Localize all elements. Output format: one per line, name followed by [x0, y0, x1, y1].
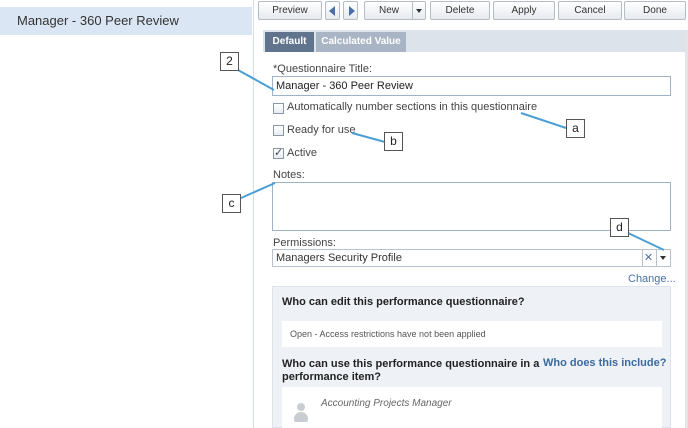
permissions-select[interactable]: Managers Security Profile ✕: [272, 249, 671, 267]
profile-list: Accounting Projects Manager: [282, 387, 662, 428]
toolbar: Preview New Delete Apply Cancel Done: [256, 0, 688, 21]
auto-number-label: Automatically number sections in this qu…: [287, 101, 538, 113]
next-button[interactable]: [343, 1, 358, 20]
chevron-down-icon[interactable]: [412, 2, 425, 19]
ready-for-use-checkbox[interactable]: [273, 125, 284, 136]
permissions-value: Managers Security Profile: [276, 252, 402, 264]
new-button[interactable]: New: [364, 1, 426, 20]
previous-button[interactable]: [325, 1, 340, 20]
callout-b: b: [384, 132, 403, 151]
cancel-button[interactable]: Cancel: [558, 1, 622, 20]
active-checkbox[interactable]: [273, 146, 284, 159]
questionnaire-list-panel: Manager - 360 Peer Review: [0, 0, 254, 428]
screen: Manager - 360 Peer Review Preview New De…: [0, 0, 688, 428]
questionnaire-title-input[interactable]: Manager - 360 Peer Review: [272, 76, 671, 96]
ready-for-use-label: Ready for use: [287, 124, 356, 136]
person-icon: [293, 403, 309, 423]
new-button-label: New: [378, 5, 399, 16]
callout-a: a: [566, 119, 585, 138]
callout-c: c: [222, 194, 241, 213]
edit-permission-status: Open - Access restrictions have not been…: [290, 329, 486, 339]
permissions-info-panel: Who can edit this performance questionna…: [272, 286, 671, 428]
clear-icon[interactable]: ✕: [642, 250, 654, 266]
profile-name: Accounting Projects Manager: [321, 398, 452, 409]
auto-number-checkbox[interactable]: [273, 103, 284, 114]
chevron-left-icon: [329, 6, 335, 16]
change-permissions-link[interactable]: Change...: [628, 273, 676, 285]
chevron-down-icon[interactable]: [656, 250, 669, 266]
permissions-label: Permissions:: [273, 237, 336, 249]
use-permission-heading-line2: performance item?: [282, 371, 382, 383]
list-item-selected[interactable]: Manager - 360 Peer Review: [0, 7, 252, 35]
callout-2: 2: [220, 52, 239, 71]
callout-d: d: [610, 218, 629, 237]
edit-permission-heading: Who can edit this performance questionna…: [282, 296, 525, 308]
tab-strip: Default Calculated Value: [263, 30, 685, 52]
active-label: Active: [287, 147, 317, 159]
questionnaire-title-label: *Questionnaire Title:: [273, 63, 373, 75]
notes-label: Notes:: [273, 169, 305, 181]
who-does-this-include-link[interactable]: Who does this include?: [543, 357, 666, 369]
use-permission-heading-line1: Who can use this performance questionnai…: [282, 358, 540, 370]
chevron-right-icon: [349, 6, 355, 16]
edit-permission-status-box: Open - Access restrictions have not been…: [282, 321, 662, 347]
delete-button[interactable]: Delete: [430, 1, 490, 20]
tab-calculated-value[interactable]: Calculated Value: [316, 32, 406, 52]
preview-button[interactable]: Preview: [258, 1, 322, 20]
done-button[interactable]: Done: [624, 1, 686, 20]
apply-button[interactable]: Apply: [493, 1, 555, 20]
tab-default[interactable]: Default: [265, 32, 314, 52]
